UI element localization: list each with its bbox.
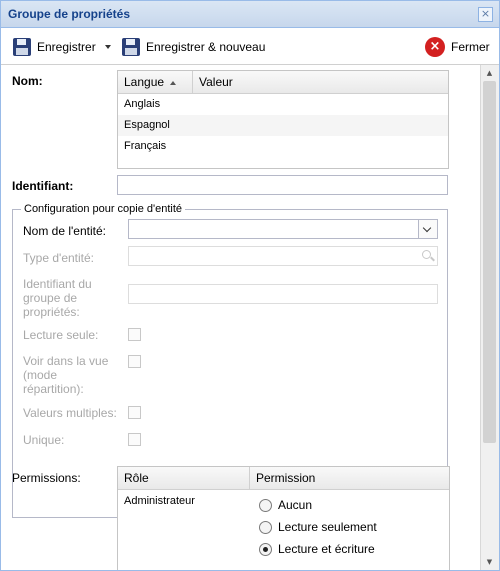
save-button-label: Enregistrer [37, 40, 96, 54]
radio-button-selected[interactable] [259, 542, 272, 556]
column-header-value[interactable]: Valeur [193, 71, 448, 93]
permission-option-none[interactable]: Aucun [259, 497, 312, 513]
close-button-label: Fermer [451, 40, 490, 54]
window-close-icon[interactable]: × [478, 7, 493, 22]
name-grid: Langue Valeur Anglais Espagnol Français [117, 70, 449, 169]
column-header-permission[interactable]: Permission [250, 467, 449, 489]
save-button[interactable]: Enregistrer [13, 36, 111, 58]
search-icon[interactable] [419, 247, 437, 265]
identifier-input[interactable] [117, 175, 448, 195]
group-identifier-input[interactable] [128, 284, 438, 304]
form-body: Nom: Langue Valeur Anglais Espagnol Fran… [1, 65, 479, 570]
column-header-role[interactable]: Rôle [118, 467, 250, 489]
scrollbar-thumb[interactable] [483, 81, 496, 443]
name-label: Nom: [12, 74, 43, 88]
role-administrator: Administrateur [124, 495, 195, 507]
save-and-new-label: Enregistrer & nouveau [146, 40, 266, 54]
entity-name-combo[interactable] [128, 219, 438, 239]
copy-config-legend: Configuration pour copie d'entité [21, 203, 186, 215]
property-group-window: Groupe de propriétés × Enregistrer Enreg… [0, 0, 500, 571]
column-header-language[interactable]: Langue [118, 71, 193, 93]
floppy-disk-icon [13, 38, 31, 56]
multiple-values-checkbox[interactable] [128, 406, 141, 419]
multiple-values-label: Valeurs multiples: [23, 406, 117, 420]
unique-checkbox[interactable] [128, 433, 141, 446]
permission-option-read-write[interactable]: Lecture et écriture [259, 541, 375, 557]
readonly-label: Lecture seule: [23, 328, 99, 342]
permissions-grid-header: Rôle Permission [118, 467, 449, 490]
table-row[interactable]: Espagnol [118, 115, 448, 136]
scroll-up-icon[interactable]: ▲ [483, 67, 496, 79]
permission-option-read-only[interactable]: Lecture seulement [259, 519, 377, 535]
readonly-checkbox[interactable] [128, 328, 141, 341]
table-row[interactable]: Français [118, 136, 448, 157]
show-in-view-checkbox[interactable] [128, 355, 141, 368]
sort-ascending-icon [170, 80, 177, 85]
name-grid-header: Langue Valeur [118, 71, 448, 94]
table-row[interactable]: Anglais [118, 94, 448, 115]
entity-type-label: Type d'entité: [23, 251, 95, 265]
window-title: Groupe de propriétés [8, 7, 131, 21]
scroll-down-icon[interactable]: ▼ [483, 556, 496, 568]
close-icon: × [425, 37, 445, 57]
radio-button[interactable] [259, 498, 272, 512]
save-and-new-button[interactable]: Enregistrer & nouveau [122, 36, 265, 58]
permissions-label: Permissions: [12, 471, 81, 485]
identifier-label: Identifiant: [12, 179, 74, 193]
chevron-down-icon[interactable] [104, 45, 111, 49]
toolbar: Enregistrer Enregistrer & nouveau × Ferm… [1, 28, 499, 65]
vertical-scrollbar[interactable]: ▲ ▼ [480, 65, 499, 570]
entity-type-field[interactable] [128, 246, 438, 266]
title-bar[interactable]: Groupe de propriétés × [1, 1, 499, 28]
group-identifier-label: Identifiant du groupe de propriétés: [23, 277, 92, 319]
unique-label: Unique: [23, 433, 65, 447]
radio-button[interactable] [259, 520, 272, 534]
chevron-down-icon[interactable] [418, 220, 437, 238]
close-button[interactable]: × Fermer [425, 36, 490, 58]
show-in-view-label: Voir dans la vue (mode répartition): [23, 354, 109, 396]
floppy-disk-icon [122, 38, 140, 56]
entity-name-label: Nom de l'entité: [23, 224, 106, 238]
